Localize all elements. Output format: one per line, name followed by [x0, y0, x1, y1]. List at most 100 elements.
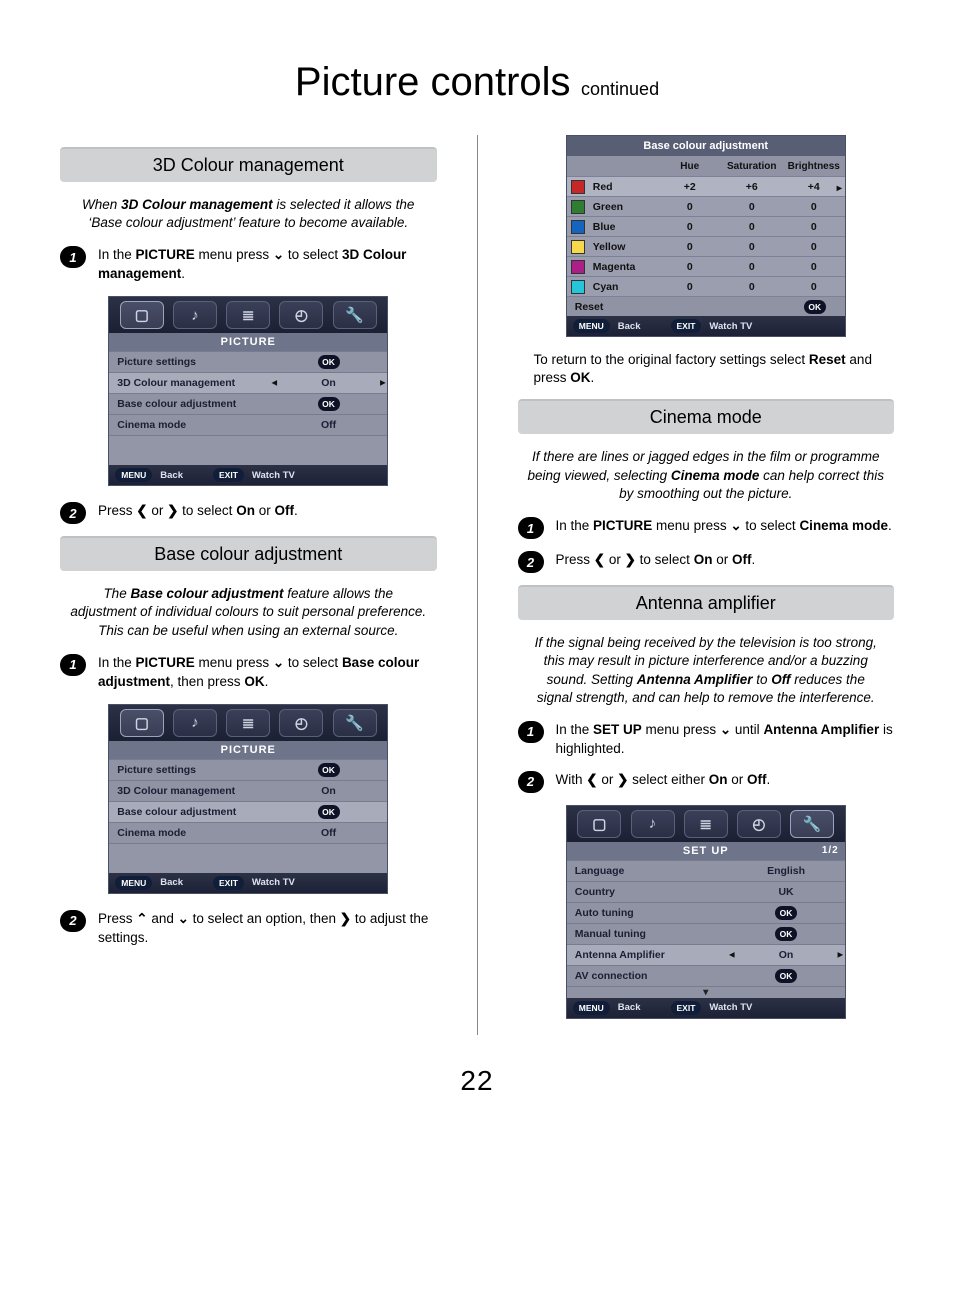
colour-row[interactable]: Yellow000 [567, 236, 845, 256]
hue-value: 0 [659, 261, 721, 273]
osd-row-label: Base colour adjustment [109, 398, 270, 410]
osd-row[interactable]: LanguageEnglish [567, 860, 845, 881]
arrow-left-icon[interactable]: ◂ [729, 949, 734, 960]
timer-tab-icon[interactable]: ◴ [737, 810, 781, 838]
exit-pill[interactable]: EXIT [671, 319, 702, 333]
colour-row[interactable]: Magenta000 [567, 256, 845, 276]
osd-row-label: 3D Colour management [109, 377, 270, 389]
osd-row[interactable]: Antenna AmplifierOn◂▸ [567, 944, 845, 965]
intro-base-colour: The Base colour adjustment feature allow… [70, 585, 427, 640]
bri-value: 0 [783, 221, 845, 233]
timer-tab-icon[interactable]: ◴ [279, 301, 323, 329]
watch-label: Watch TV [252, 877, 295, 888]
picture-tab-icon[interactable]: ▢ [120, 301, 164, 329]
ok-badge[interactable]: OK [318, 763, 340, 777]
features-tab-icon[interactable]: ≣ [226, 709, 270, 737]
osd-row-value: On◂▸ [727, 949, 844, 961]
menu-pill[interactable]: MENU [115, 468, 152, 482]
osd-footer: MENU Back EXIT Watch TV [109, 465, 387, 485]
setup-tab-icon[interactable]: 🔧 [333, 709, 377, 737]
chevron-up-icon: ⌃ [136, 910, 147, 929]
colour-row[interactable]: Cyan000 [567, 276, 845, 296]
osd-row[interactable]: Cinema modeOff [109, 414, 387, 435]
ok-badge[interactable]: OK [318, 397, 340, 411]
reset-label: Reset [575, 301, 785, 313]
osd-rows: Picture settingsOK3D Colour managementOn… [109, 351, 387, 435]
col-hue: Hue [659, 161, 721, 172]
osd-row[interactable]: Cinema modeOff [109, 822, 387, 843]
watch-label: Watch TV [709, 1002, 752, 1013]
hue-value: 0 [659, 201, 721, 213]
arrow-right-icon[interactable]: ▸ [380, 378, 385, 389]
ok-badge[interactable]: OK [318, 355, 340, 369]
chevron-right-icon: ❯ [167, 502, 178, 521]
sound-tab-icon[interactable]: ♪ [173, 301, 217, 329]
osd-row-value: OK [727, 906, 844, 920]
osd-row-value: OK [727, 927, 844, 941]
colour-row[interactable]: Blue000 [567, 216, 845, 236]
features-tab-icon[interactable]: ≣ [684, 810, 728, 838]
chevron-left-icon: ❮ [594, 551, 605, 570]
osd-row[interactable]: Base colour adjustment OK [109, 393, 387, 414]
picture-tab-icon[interactable]: ▢ [577, 810, 621, 838]
osd-row[interactable]: Picture settingsOK [109, 759, 387, 780]
arrow-right-icon[interactable]: ▸ [838, 949, 843, 960]
ok-badge[interactable]: OK [804, 300, 826, 314]
exit-pill[interactable]: EXIT [671, 1001, 702, 1015]
bullet-1-icon: 1 [518, 721, 544, 743]
exit-pill[interactable]: EXIT [213, 468, 244, 482]
osd-tab-icons: ▢ ♪ ≣ ◴ 🔧 [567, 806, 845, 842]
osd-tab-icons: ▢ ♪ ≣ ◴ 🔧 [109, 705, 387, 741]
chevron-left-icon: ❮ [136, 502, 147, 521]
menu-pill[interactable]: MENU [115, 876, 152, 890]
osd-row[interactable]: CountryUK [567, 881, 845, 902]
osd-row[interactable]: Picture settings OK [109, 351, 387, 372]
colour-swatch [571, 200, 585, 214]
back-label: Back [618, 1002, 641, 1013]
colour-row[interactable]: Red+2+6+4 [567, 176, 845, 196]
osd-picture-panel-2: ▢ ♪ ≣ ◴ 🔧 PICTURE Picture settingsOK3D C… [108, 704, 388, 894]
picture-tab-icon[interactable]: ▢ [120, 709, 164, 737]
cat-reset-row[interactable]: Reset OK [567, 296, 845, 316]
colour-row[interactable]: Green000 [567, 196, 845, 216]
setup-tab-icon[interactable]: 🔧 [333, 301, 377, 329]
chevron-left-icon: ❮ [586, 771, 597, 790]
bullet-1-icon: 1 [60, 246, 86, 268]
osd-row[interactable]: 3D Colour managementOn◂▸ [109, 372, 387, 393]
exit-pill[interactable]: EXIT [213, 876, 244, 890]
osd-row[interactable]: Auto tuningOK [567, 902, 845, 923]
osd-row[interactable]: AV connectionOK [567, 965, 845, 986]
sound-tab-icon[interactable]: ♪ [631, 810, 675, 838]
step-ant-2: 2 With ❮ or ❯ select either On or Off. [518, 771, 895, 793]
colour-adjustment-table: Base colour adjustment Hue Saturation Br… [566, 135, 846, 337]
osd-row-value: OK [270, 397, 387, 411]
scroll-down-icon[interactable]: ▾ [567, 986, 845, 998]
timer-tab-icon[interactable]: ◴ [279, 709, 323, 737]
sound-tab-icon[interactable]: ♪ [173, 709, 217, 737]
step-3d-1: 1 In the PICTURE menu press ⌄ to select … [60, 246, 437, 284]
arrow-left-icon[interactable]: ◂ [272, 378, 277, 389]
features-tab-icon[interactable]: ≣ [226, 301, 270, 329]
osd-row-label: Picture settings [109, 356, 270, 368]
osd-row[interactable]: Manual tuning OK [567, 923, 845, 944]
setup-tab-icon[interactable]: 🔧 [790, 810, 834, 838]
osd-row-label: Manual tuning [567, 928, 728, 940]
chevron-down-icon: ⌄ [273, 246, 284, 265]
osd-row[interactable]: 3D Colour managementOn [109, 780, 387, 801]
ok-badge[interactable]: OK [775, 927, 797, 941]
colour-name: Cyan [589, 281, 659, 293]
menu-pill[interactable]: MENU [573, 319, 610, 333]
heading-3d-colour: 3D Colour management [60, 147, 437, 182]
osd-tab-icons: ▢ ♪ ≣ ◴ 🔧 [109, 297, 387, 333]
menu-pill[interactable]: MENU [573, 1001, 610, 1015]
osd-row-label: Country [567, 886, 728, 898]
ok-badge[interactable]: OK [318, 805, 340, 819]
osd-row[interactable]: Base colour adjustmentOK [109, 801, 387, 822]
osd-page-indicator: 1/2 [822, 845, 839, 856]
ok-badge[interactable]: OK [775, 969, 797, 983]
bullet-1-icon: 1 [518, 517, 544, 539]
step-base-2: 2 Press ⌃ and ⌄ to select an option, the… [60, 910, 437, 948]
column-divider [477, 135, 478, 1035]
ok-badge[interactable]: OK [775, 906, 797, 920]
osd-footer: MENU Back EXIT Watch TV [109, 873, 387, 893]
